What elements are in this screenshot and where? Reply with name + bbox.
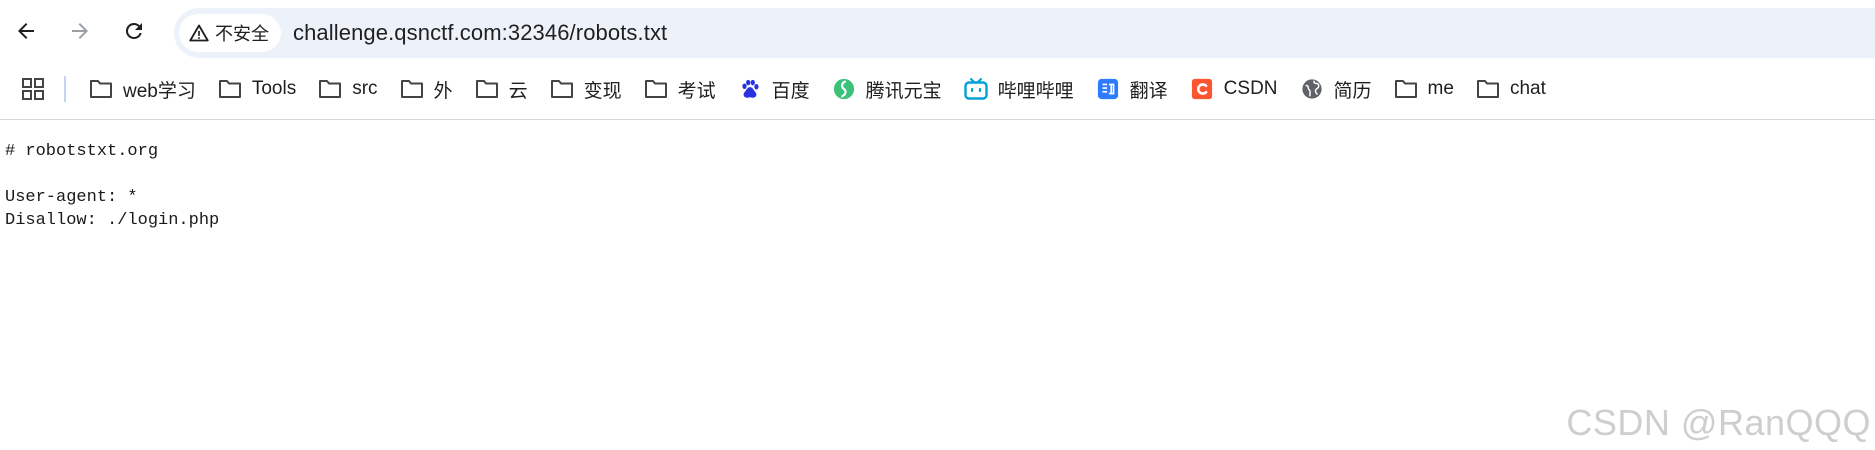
apps-button[interactable] <box>18 74 48 104</box>
bookmark-wai[interactable]: 外 <box>389 72 464 106</box>
bookmark-label: Tools <box>251 78 297 99</box>
security-label: 不安全 <box>215 24 269 44</box>
folder-icon <box>644 77 668 101</box>
baidu-paw-icon <box>738 77 762 101</box>
bookmark-label: 百度 <box>771 80 810 102</box>
bookmark-kaoshi[interactable]: 考试 <box>633 72 727 106</box>
text-line: Disallow: ./login.php <box>5 211 220 230</box>
csdn-c-icon <box>1190 77 1214 101</box>
arrow-left-icon <box>18 23 34 39</box>
url-text[interactable]: challenge.qsnctf.com:32346/robots.txt <box>293 20 667 46</box>
bookmark-label: src <box>352 78 378 99</box>
folder-icon <box>1394 77 1418 101</box>
text-line: User-agent: * <box>5 188 138 207</box>
folder-icon <box>89 77 113 101</box>
translate-icon <box>1096 77 1120 101</box>
back-button[interactable] <box>8 13 44 49</box>
bookmark-baidu[interactable]: 百度 <box>727 72 821 106</box>
browser-toolbar: 不安全 challenge.qsnctf.com:32346/robots.tx… <box>0 0 1875 62</box>
bookmark-jianli[interactable]: 简历 <box>1289 72 1383 106</box>
bookmark-yuanbao[interactable]: 腾讯元宝 <box>821 72 953 106</box>
address-bar[interactable]: 不安全 challenge.qsnctf.com:32346/robots.tx… <box>174 8 1875 58</box>
bookmark-yun[interactable]: 云 <box>464 72 539 106</box>
bookmark-label: me <box>1427 78 1454 99</box>
bookmark-label: 云 <box>508 80 528 102</box>
bookmark-bilibili[interactable]: 哔哩哔哩 <box>953 72 1085 106</box>
bookmark-me[interactable]: me <box>1383 72 1465 106</box>
bookmark-label: 变现 <box>583 80 622 102</box>
bookmark-label: chat <box>1509 78 1546 99</box>
watermark: CSDN @RanQQQ <box>1566 402 1871 443</box>
bookmark-label: 腾讯元宝 <box>865 80 942 102</box>
reload-button[interactable] <box>116 13 152 49</box>
bookmark-label: CSDN <box>1223 78 1278 99</box>
bookmark-label: 翻译 <box>1129 80 1168 102</box>
bookmark-label: 简历 <box>1333 80 1372 102</box>
folder-icon <box>1476 77 1500 101</box>
bookmark-src[interactable]: src <box>307 72 388 106</box>
robots-txt-content: # robotstxt.org User-agent: * Disallow: … <box>5 140 219 232</box>
bookmark-fanyi[interactable]: 翻译 <box>1085 72 1179 106</box>
reload-icon <box>125 22 142 39</box>
bookmark-csdn[interactable]: CSDN <box>1179 72 1289 106</box>
bilibili-tv-icon <box>963 77 988 101</box>
bookmark-bianxian[interactable]: 变现 <box>539 72 633 106</box>
folder-icon <box>218 77 242 101</box>
security-indicator[interactable]: 不安全 <box>179 14 281 52</box>
arrow-right-icon <box>72 23 88 39</box>
bookmark-label: 考试 <box>677 80 716 102</box>
folder-icon <box>475 77 499 101</box>
text-line: # robotstxt.org <box>5 142 159 161</box>
bookmark-tools[interactable]: Tools <box>207 72 307 106</box>
bookmark-label: 哔哩哔哩 <box>997 80 1074 102</box>
folder-icon <box>318 77 342 101</box>
forward-button[interactable] <box>62 13 98 49</box>
bookmarks-divider <box>64 76 66 102</box>
yuanbao-icon <box>832 77 856 101</box>
globe-icon <box>1300 77 1324 101</box>
folder-icon <box>400 77 424 101</box>
warning-triangle-icon <box>189 24 209 42</box>
browser-chrome: 不安全 challenge.qsnctf.com:32346/robots.tx… <box>0 0 1875 120</box>
bookmark-label: web学习 <box>123 80 196 102</box>
bookmarks-bar: web学习 Tools src 外 云 变现 考试 百度 腾讯元宝 哔哩哔哩 翻… <box>0 70 1875 108</box>
apps-grid-icon <box>22 78 44 100</box>
bookmark-label: 外 <box>433 80 453 102</box>
bookmark-web-study[interactable]: web学习 <box>78 72 207 106</box>
folder-icon <box>550 77 574 101</box>
bookmark-chat[interactable]: chat <box>1465 72 1557 106</box>
